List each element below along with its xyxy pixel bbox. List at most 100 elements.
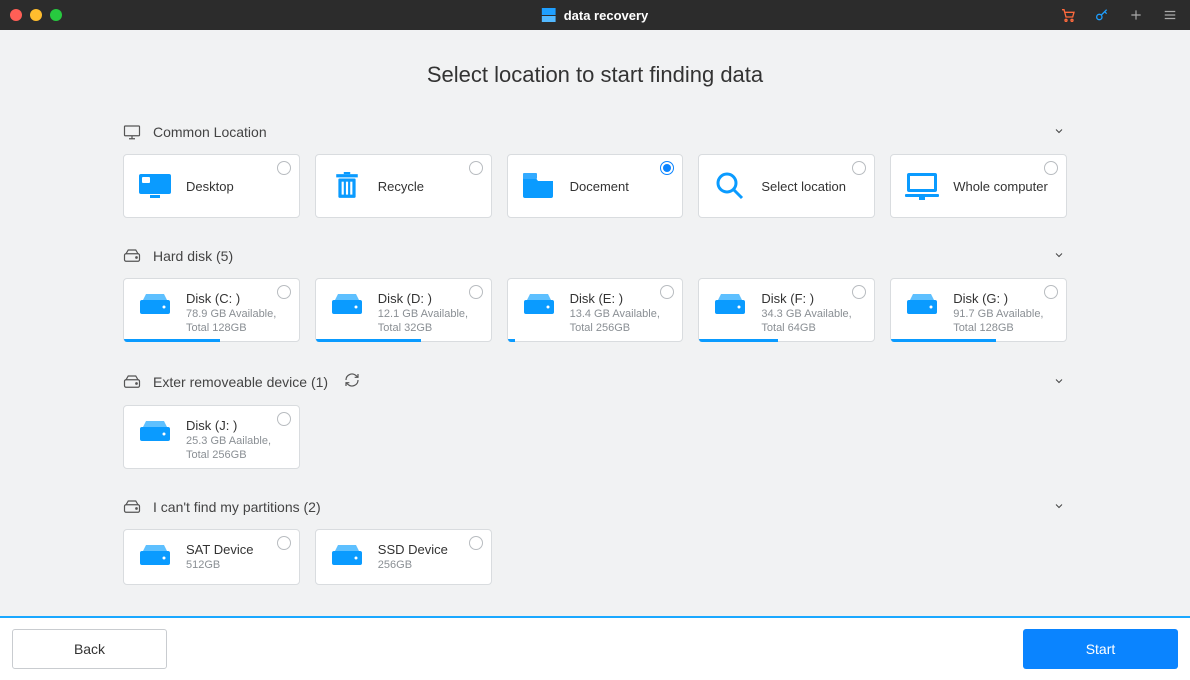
card-label: Desktop — [186, 179, 234, 194]
computer-icon — [905, 172, 939, 200]
section-header-common[interactable]: Common Location — [123, 116, 1067, 148]
menu-icon[interactable] — [1162, 7, 1178, 23]
disk-name: Disk (D: ) — [378, 291, 477, 306]
main-content: Common Location Desktop Recycle Docement — [123, 116, 1067, 585]
back-button[interactable]: Back — [12, 629, 167, 669]
folder-icon — [522, 172, 556, 200]
disk-sub: 12.1 GB Available, Total 32GB — [378, 308, 477, 336]
minimize-window-button[interactable] — [30, 9, 42, 21]
card-select-location[interactable]: Select location — [698, 154, 875, 218]
radio-icon[interactable] — [277, 536, 291, 550]
section-title: Hard disk (5) — [153, 248, 233, 264]
drive-icon — [138, 291, 172, 319]
radio-icon[interactable] — [277, 161, 291, 175]
disk-name: Disk (C: ) — [186, 291, 285, 306]
disk-name: Disk (E: ) — [570, 291, 669, 306]
app-title-text: data recovery — [564, 8, 649, 23]
card-label: Whole computer — [953, 179, 1048, 194]
maximize-window-button[interactable] — [50, 9, 62, 21]
radio-icon[interactable] — [660, 285, 674, 299]
partition-cards: SAT Device 512GB SSD Device 256GB — [123, 529, 1067, 585]
chevron-down-icon — [1053, 374, 1065, 390]
chevron-down-icon — [1053, 499, 1065, 515]
section-title: Exter removeable device (1) — [153, 374, 328, 390]
radio-icon[interactable] — [469, 536, 483, 550]
titlebar: data recovery — [0, 0, 1190, 30]
card-ssd-device[interactable]: SSD Device 256GB — [315, 529, 492, 585]
key-icon[interactable] — [1094, 7, 1110, 23]
card-whole-computer[interactable]: Whole computer — [890, 154, 1067, 218]
cart-icon[interactable] — [1060, 7, 1076, 23]
chevron-down-icon — [1053, 248, 1065, 264]
chevron-down-icon — [1053, 124, 1065, 140]
section-header-partitions[interactable]: I can't find my partitions (2) — [123, 491, 1067, 523]
section-header-harddisk[interactable]: Hard disk (5) — [123, 240, 1067, 272]
drive-icon — [138, 542, 172, 570]
radio-icon[interactable] — [277, 285, 291, 299]
card-disk-g[interactable]: Disk (G: ) 91.7 GB Available, Total 128G… — [890, 278, 1067, 342]
disk-name: Disk (F: ) — [761, 291, 860, 306]
drive-icon — [905, 291, 939, 319]
drive-icon — [522, 291, 556, 319]
usage-bar — [699, 339, 778, 342]
radio-icon[interactable] — [469, 285, 483, 299]
card-label: Recycle — [378, 179, 424, 194]
disk-sub: 91.7 GB Available, Total 128GB — [953, 308, 1052, 336]
radio-icon[interactable] — [1044, 285, 1058, 299]
page-title: Select location to start finding data — [0, 62, 1190, 88]
search-icon — [713, 172, 747, 200]
external-cards: Disk (J: ) 25.3 GB Aailable, Total 256GB — [123, 405, 1067, 469]
card-disk-e[interactable]: Disk (E: ) 13.4 GB Available, Total 256G… — [507, 278, 684, 342]
desktop-icon — [138, 172, 172, 200]
disk-name: SAT Device — [186, 542, 253, 557]
card-sat-device[interactable]: SAT Device 512GB — [123, 529, 300, 585]
disk-icon — [123, 500, 141, 514]
card-recycle[interactable]: Recycle — [315, 154, 492, 218]
radio-icon[interactable] — [852, 161, 866, 175]
radio-icon[interactable] — [660, 161, 674, 175]
radio-icon[interactable] — [1044, 161, 1058, 175]
start-button[interactable]: Start — [1023, 629, 1178, 669]
card-document[interactable]: Docement — [507, 154, 684, 218]
card-disk-f[interactable]: Disk (F: ) 34.3 GB Available, Total 64GB — [698, 278, 875, 342]
card-label: Select location — [761, 179, 846, 194]
disk-sub: 13.4 GB Available, Total 256GB — [570, 308, 669, 336]
card-desktop[interactable]: Desktop — [123, 154, 300, 218]
window-controls — [10, 9, 62, 21]
disk-name: Disk (J: ) — [186, 418, 285, 433]
drive-icon — [330, 291, 364, 319]
usage-bar — [316, 339, 421, 342]
disk-sub: 256GB — [378, 559, 448, 573]
app-logo-icon — [542, 8, 556, 22]
usage-bar — [508, 339, 515, 342]
monitor-icon — [123, 124, 141, 140]
close-window-button[interactable] — [10, 9, 22, 21]
card-disk-d[interactable]: Disk (D: ) 12.1 GB Available, Total 32GB — [315, 278, 492, 342]
disk-sub: 512GB — [186, 559, 253, 573]
common-location-cards: Desktop Recycle Docement Select location — [123, 154, 1067, 218]
disk-sub: 25.3 GB Aailable, Total 256GB — [186, 435, 285, 463]
disk-name: SSD Device — [378, 542, 448, 557]
card-disk-c[interactable]: Disk (C: ) 78.9 GB Available, Total 128G… — [123, 278, 300, 342]
drive-icon — [713, 291, 747, 319]
radio-icon[interactable] — [277, 412, 291, 426]
refresh-icon[interactable] — [344, 372, 360, 391]
card-disk-j[interactable]: Disk (J: ) 25.3 GB Aailable, Total 256GB — [123, 405, 300, 469]
section-title: I can't find my partitions (2) — [153, 499, 321, 515]
usage-bar — [891, 339, 996, 342]
disk-sub: 78.9 GB Available, Total 128GB — [186, 308, 285, 336]
radio-icon[interactable] — [852, 285, 866, 299]
radio-icon[interactable] — [469, 161, 483, 175]
drive-icon — [138, 418, 172, 446]
section-header-external[interactable]: Exter removeable device (1) — [123, 364, 1067, 399]
plus-icon[interactable] — [1128, 7, 1144, 23]
footer: Back Start — [0, 618, 1190, 680]
harddisk-cards: Disk (C: ) 78.9 GB Available, Total 128G… — [123, 278, 1067, 342]
card-label: Docement — [570, 179, 629, 194]
app-title: data recovery — [542, 8, 649, 23]
disk-sub: 34.3 GB Available, Total 64GB — [761, 308, 860, 336]
title-right-actions — [1060, 7, 1178, 23]
trash-icon — [330, 172, 364, 200]
section-title: Common Location — [153, 124, 267, 140]
disk-icon — [123, 375, 141, 389]
